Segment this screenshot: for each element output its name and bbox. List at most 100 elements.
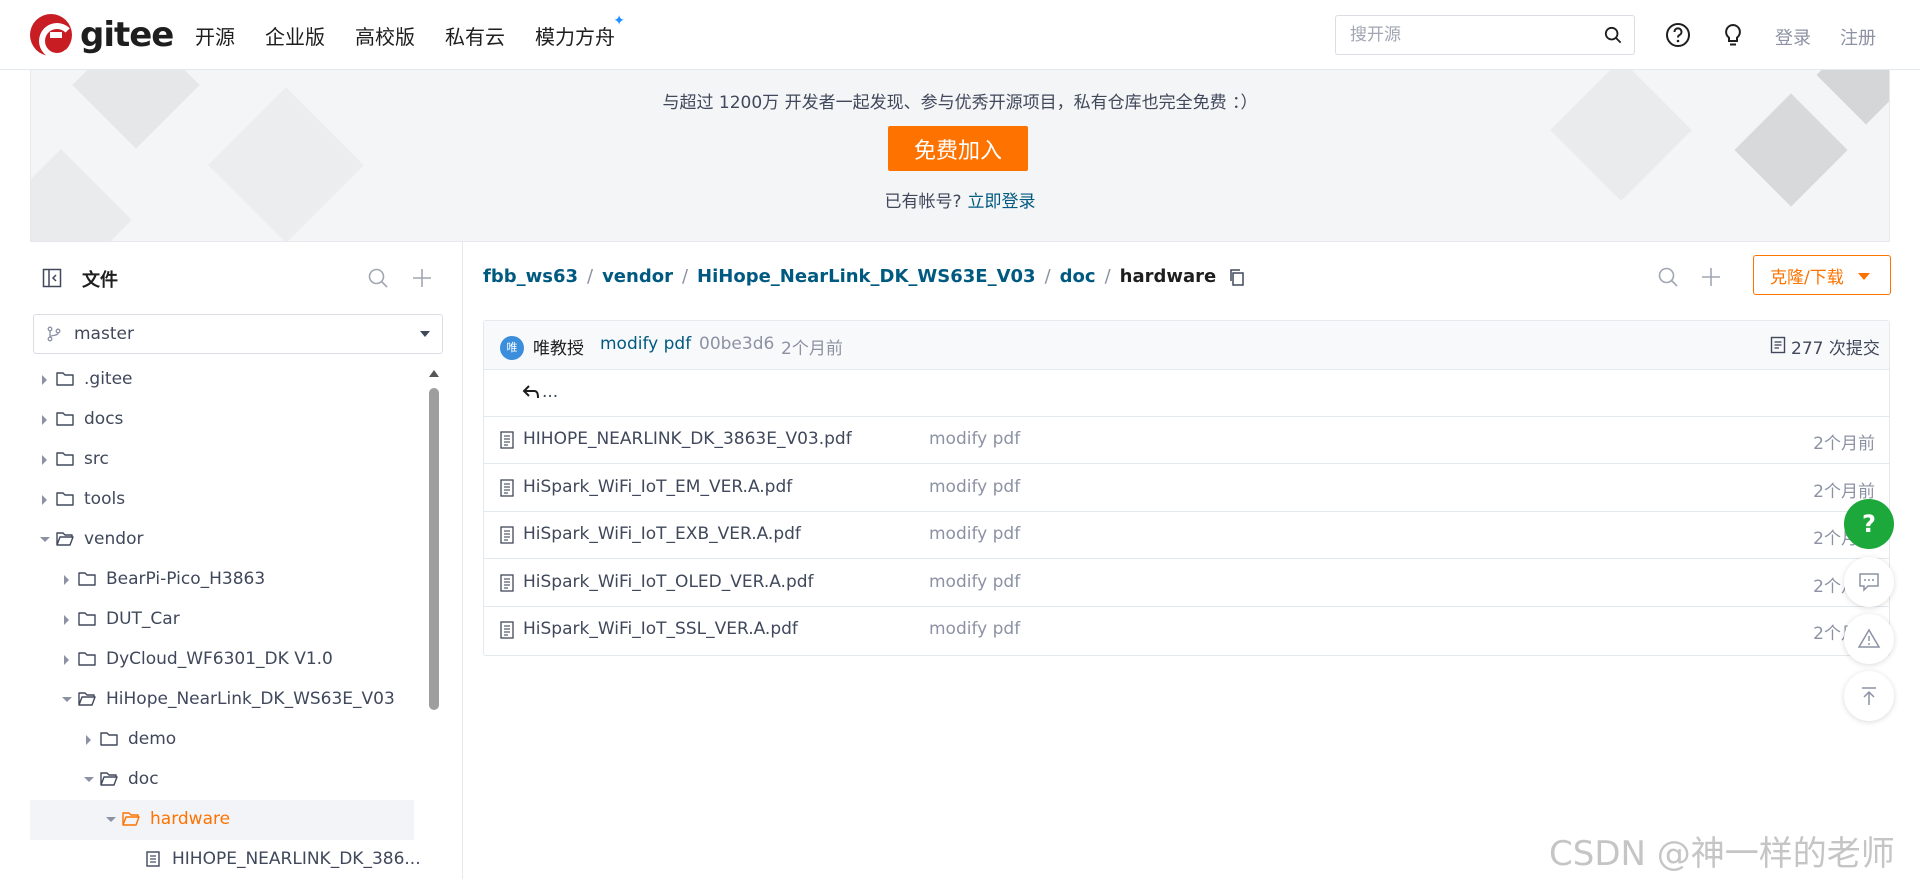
file-row[interactable]: HiSpark_WiFi_IoT_EM_VER.A.pdf modify pdf 2… [484, 465, 1889, 512]
chevron-down-icon [420, 331, 430, 337]
clone-download-button[interactable]: 克隆/下载 [1753, 255, 1891, 295]
caret-right-icon[interactable] [64, 575, 69, 585]
branch-select[interactable]: master [33, 314, 443, 354]
breadcrumb-current: hardware [1119, 266, 1217, 287]
nav-private-cloud[interactable]: 私有云 [445, 21, 505, 50]
file-commit-message[interactable]: modify pdf [929, 619, 1020, 639]
login-now-link[interactable]: 立即登录 [968, 192, 1036, 212]
caret-right-icon[interactable] [42, 375, 47, 385]
tree-folder-item[interactable]: vendor [30, 520, 414, 560]
file-search-icon[interactable] [1657, 266, 1679, 288]
tree-folder-item[interactable]: HiHope_NearLink_DK_WS63E_V03 [30, 680, 414, 720]
register-link[interactable]: 注册 [1840, 24, 1876, 50]
file-commit-message[interactable]: modify pdf [929, 429, 1020, 449]
login-link[interactable]: 登录 [1775, 24, 1811, 50]
tree-file-item[interactable]: HIHOPE_NEARLINK_DK_386... [30, 840, 421, 880]
tree-folder-item[interactable]: BearPi-Pico_H3863 [30, 560, 414, 600]
document-icon [500, 573, 514, 592]
tree-item-label: src [84, 449, 109, 469]
scrollbar-thumb[interactable] [429, 388, 439, 710]
file-row[interactable]: HIHOPE_NEARLINK_DK_3863E_V03.pdf modify p… [484, 417, 1889, 464]
tree-folder-item[interactable]: DyCloud_WF6301_DK V1.0 [30, 640, 414, 680]
document-icon [146, 851, 160, 867]
folder-icon [100, 732, 118, 746]
caret-right-icon[interactable] [42, 415, 47, 425]
tree-folder-item[interactable]: demo [30, 720, 414, 760]
help-float-button[interactable]: ? [1844, 499, 1894, 549]
report-float-button[interactable] [1844, 614, 1894, 664]
nav-education[interactable]: 高校版 [355, 21, 415, 50]
file-commit-message[interactable]: modify pdf [929, 572, 1020, 592]
file-name-link[interactable]: HiSpark_WiFi_IoT_EM_VER.A.pdf [523, 477, 792, 497]
nav-moli-fangzhou[interactable]: 模力方舟 ✦ [535, 13, 625, 50]
tree-folder-item[interactable]: src [30, 440, 414, 480]
latest-commit-bar: 唯 唯教授 modify pdf 00be3d6 2个月前 277 次提交 [484, 321, 1889, 370]
caret-right-icon[interactable] [42, 495, 47, 505]
sparkle-icon: ✦ [613, 12, 625, 29]
folder-open-icon [122, 812, 140, 826]
commit-message[interactable]: modify pdf [600, 334, 691, 354]
tree-folder-item[interactable]: doc [30, 760, 414, 800]
commit-count[interactable]: 277 次提交 [1791, 334, 1880, 359]
scroll-up-icon[interactable] [429, 370, 439, 377]
tree-folder-item[interactable]: docs [30, 400, 414, 440]
lightbulb-icon[interactable] [1720, 22, 1746, 48]
breadcrumb-doc[interactable]: doc [1060, 266, 1096, 287]
reply-arrow-icon [522, 385, 539, 399]
tree-add-icon[interactable] [411, 267, 433, 289]
nav-open-source[interactable]: 开源 [195, 21, 235, 50]
file-name-link[interactable]: HIHOPE_NEARLINK_DK_3863E_V03.pdf [523, 429, 852, 449]
search-input[interactable] [1336, 16, 1576, 54]
file-name-link[interactable]: HiSpark_WiFi_IoT_EXB_VER.A.pdf [523, 524, 801, 544]
tree-folder-item[interactable]: .gitee [30, 360, 414, 400]
tree-folder-item[interactable]: hardware [30, 800, 414, 840]
login-prompt: 已有帐号? 立即登录 [31, 187, 1889, 212]
file-row[interactable]: HiSpark_WiFi_IoT_SSL_VER.A.pdf modify pdf… [484, 607, 1889, 654]
breadcrumb-repo[interactable]: fbb_ws63 [483, 266, 578, 287]
caret-right-icon[interactable] [64, 615, 69, 625]
search-icon[interactable] [1604, 26, 1622, 44]
caret-down-icon[interactable] [84, 777, 94, 782]
file-row[interactable]: HiSpark_WiFi_IoT_EXB_VER.A.pdf modify pdf… [484, 512, 1889, 559]
caret-right-icon[interactable] [64, 655, 69, 665]
parent-dir-row[interactable]: ... [484, 370, 1889, 417]
breadcrumb: fbb_ws63 / vendor / HiHope_NearLink_DK_WS6… [483, 266, 1246, 287]
caret-down-icon[interactable] [40, 537, 50, 542]
sidebar-collapse-icon[interactable] [42, 268, 62, 288]
gitee-logo[interactable]: gitee [30, 14, 174, 59]
document-icon [500, 478, 514, 497]
file-row[interactable]: HiSpark_WiFi_IoT_OLED_VER.A.pdf modify pd… [484, 560, 1889, 607]
tree-folder-item[interactable]: DUT_Car [30, 600, 414, 640]
caret-down-icon[interactable] [62, 697, 72, 702]
copy-path-icon[interactable] [1228, 268, 1246, 286]
tree-folder-item[interactable]: tools [30, 480, 414, 520]
add-file-icon[interactable] [1700, 266, 1722, 288]
logo-text: gitee [80, 15, 174, 55]
signup-banner: 与超过 1200万 开发者一起发现、参与优秀开源项目，私有仓库也完全免费 ：） … [30, 70, 1890, 242]
caret-right-icon[interactable] [42, 455, 47, 465]
commit-author[interactable]: 唯教授 [533, 334, 584, 359]
file-list: 唯 唯教授 modify pdf 00be3d6 2个月前 277 次提交 ..… [483, 320, 1890, 656]
breadcrumb-separator: / [1044, 266, 1051, 287]
feedback-float-button[interactable] [1844, 557, 1894, 607]
file-name-link[interactable]: HiSpark_WiFi_IoT_OLED_VER.A.pdf [523, 572, 814, 592]
file-tree-title: 文件 [82, 270, 118, 291]
document-icon [500, 526, 514, 544]
nav-enterprise[interactable]: 企业版 [265, 21, 325, 50]
avatar[interactable]: 唯 [500, 336, 524, 360]
global-search [1335, 15, 1635, 55]
file-commit-time: 2个月前 [1813, 481, 1875, 502]
caret-down-icon[interactable] [106, 817, 116, 822]
tree-search-icon[interactable] [367, 267, 389, 289]
join-free-button[interactable]: 免费加入 [888, 126, 1028, 171]
commit-sha[interactable]: 00be3d6 [699, 334, 774, 354]
help-icon[interactable] [1665, 22, 1691, 48]
file-name-link[interactable]: HiSpark_WiFi_IoT_SSL_VER.A.pdf [523, 619, 798, 639]
breadcrumb-hihope[interactable]: HiHope_NearLink_DK_WS63E_V03 [697, 266, 1036, 287]
tree-scrollbar[interactable] [428, 362, 440, 879]
file-commit-message[interactable]: modify pdf [929, 524, 1020, 544]
file-commit-message[interactable]: modify pdf [929, 477, 1020, 497]
breadcrumb-vendor[interactable]: vendor [602, 266, 673, 287]
caret-right-icon[interactable] [86, 735, 91, 745]
back-to-top-button[interactable] [1844, 671, 1894, 721]
